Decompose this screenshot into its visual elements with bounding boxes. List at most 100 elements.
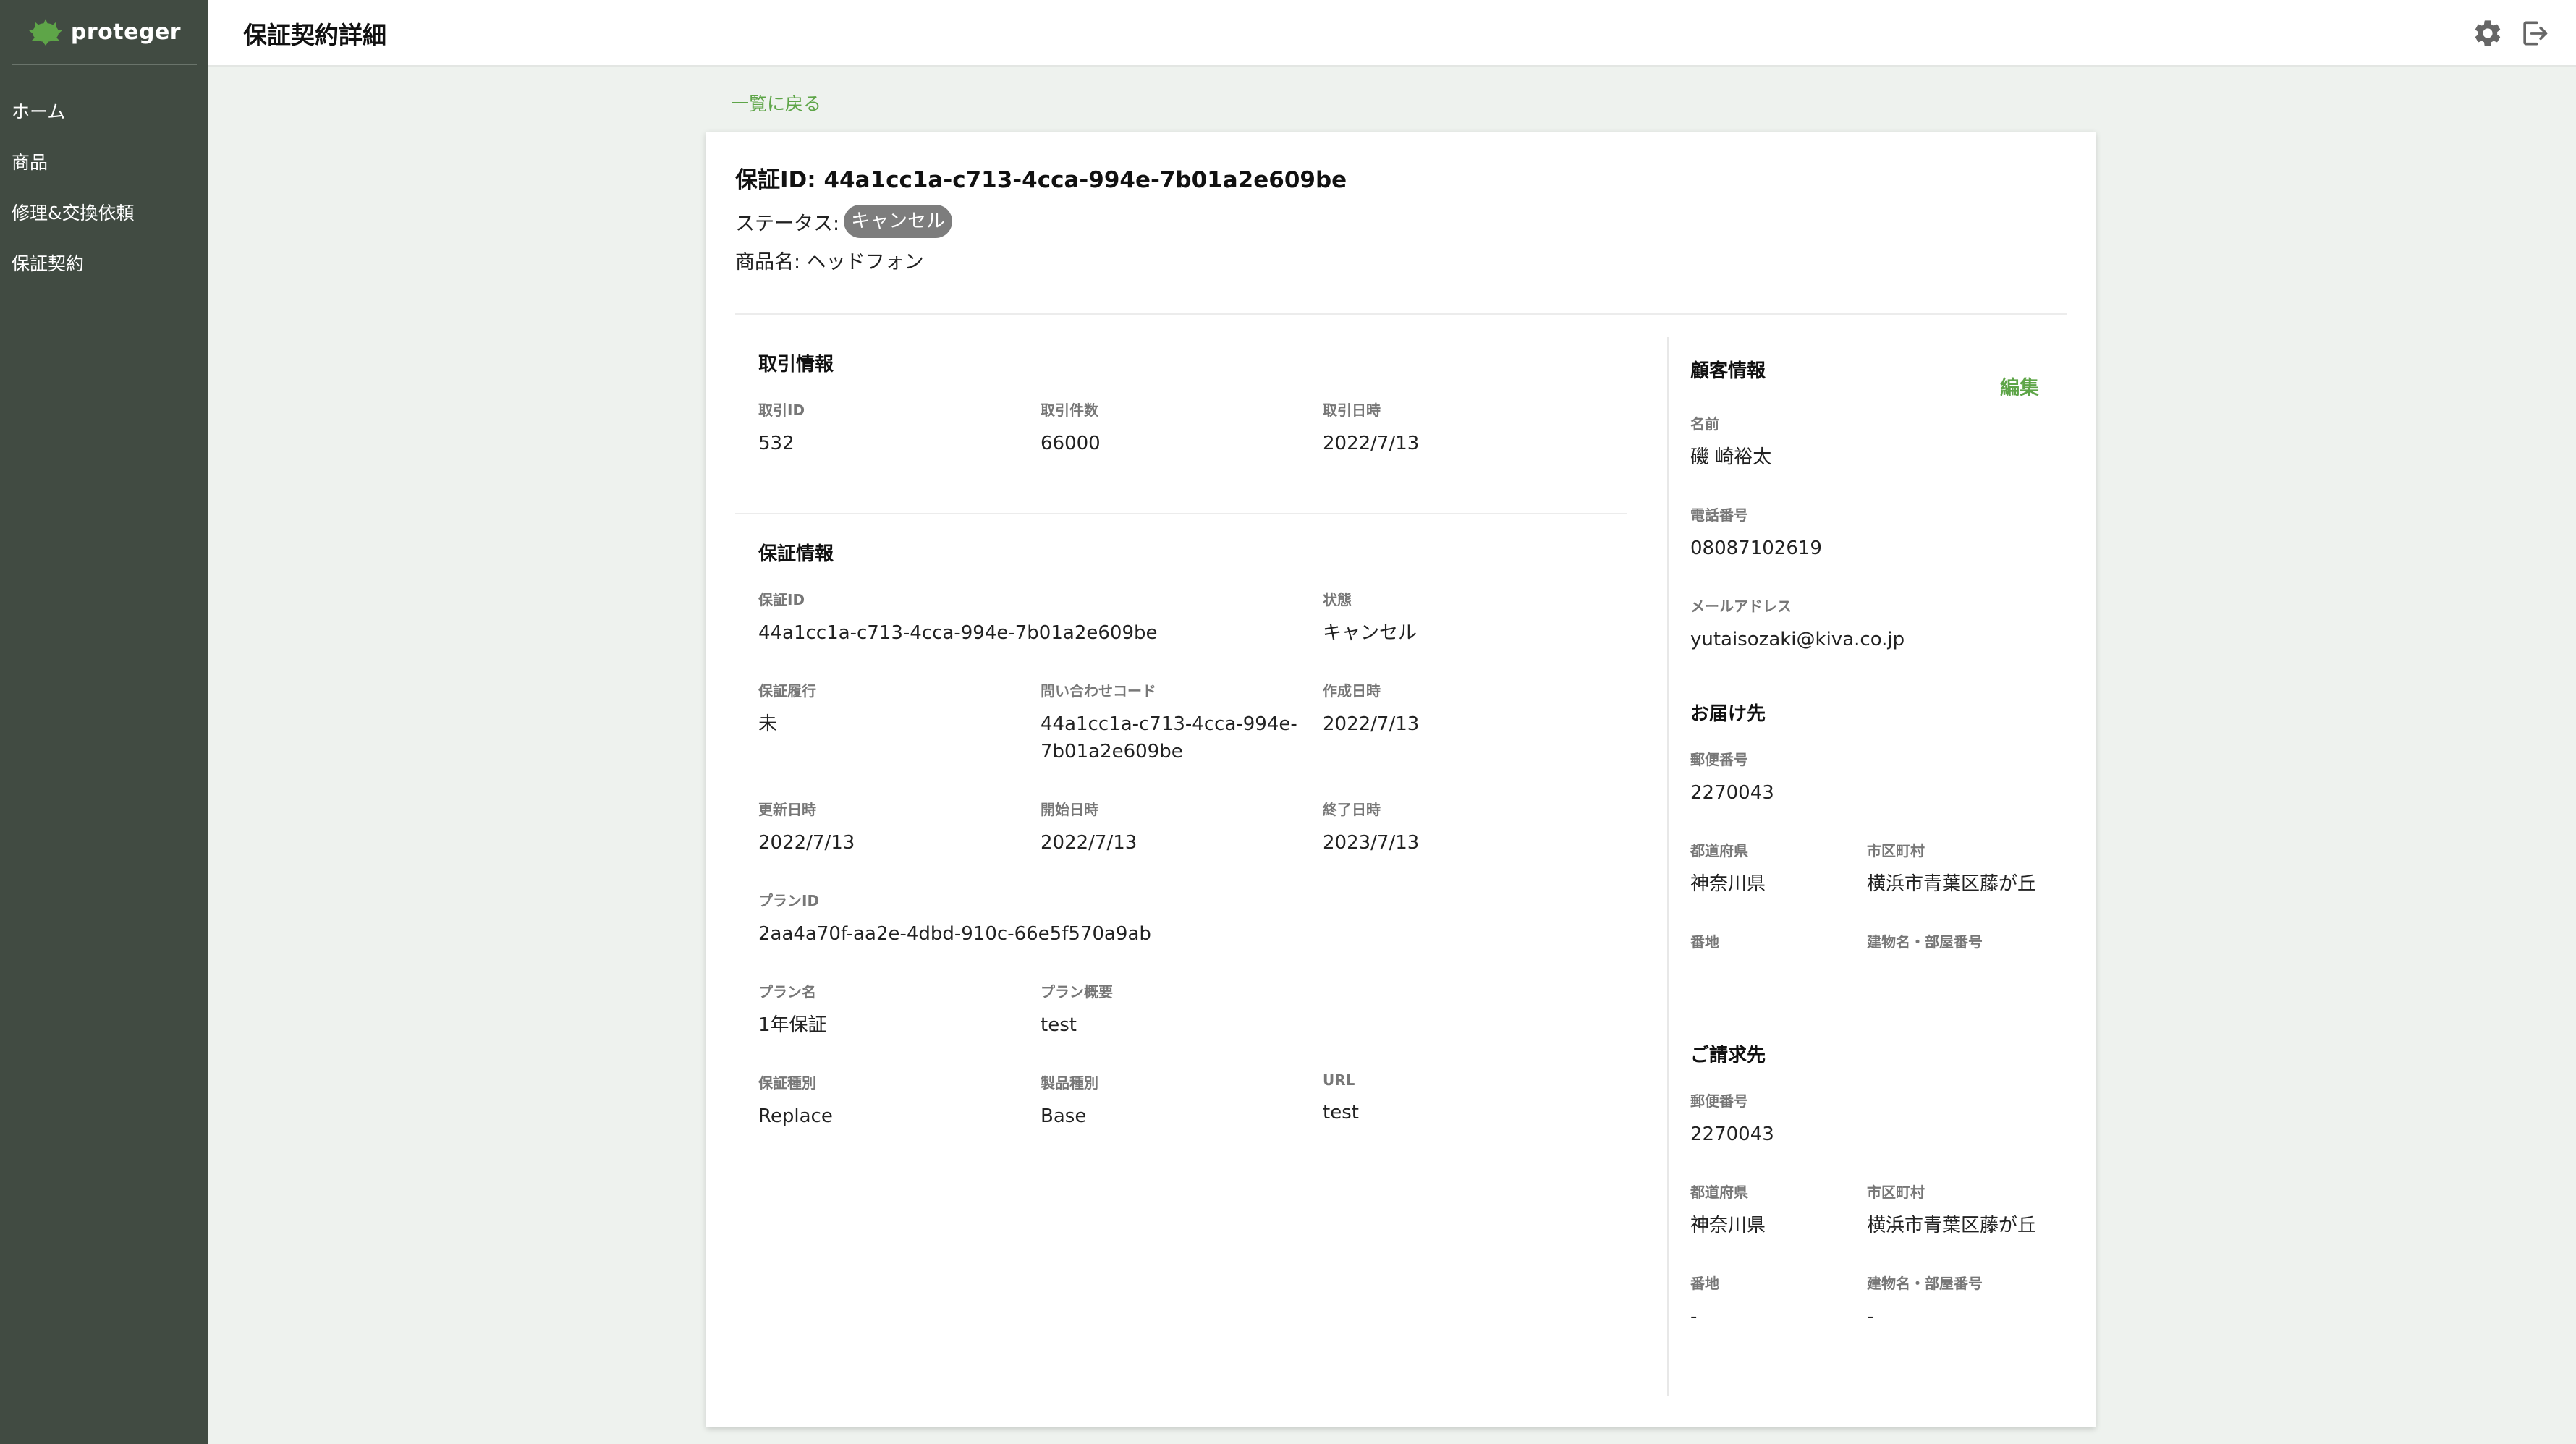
field-label: 番地 <box>1690 933 1719 951</box>
field-label: 郵便番号 <box>1690 751 1748 768</box>
field-value: 神奈川県 <box>1690 1215 1766 1236</box>
sidebar-item-repair-exchange[interactable]: 修理&交換依頼 <box>0 188 208 239</box>
gear-icon[interactable] <box>2472 17 2504 49</box>
field-value: 44a1cc1a-c713-4cca-994e-7b01a2e609be <box>758 622 1158 644</box>
field-label: 市区町村 <box>1867 1184 1925 1201</box>
field-value: 2023/7/13 <box>1323 832 1420 854</box>
transaction-id-field: 取引ID 532 <box>758 399 805 457</box>
field-value: 2022/7/13 <box>1323 713 1420 735</box>
shipping-street-field: 番地 <box>1690 930 1719 961</box>
field-value: 532 <box>758 433 795 454</box>
sidebar-item-warranty-contracts[interactable]: 保証契約 <box>0 239 208 289</box>
start-date-field: 開始日時 2022/7/13 <box>1041 798 1137 857</box>
billing-building-field: 建物名・部屋番号 - <box>1867 1272 1983 1330</box>
field-value: 2022/7/13 <box>1323 433 1420 454</box>
field-label: 名前 <box>1690 415 1719 433</box>
shipping-postal-field: 郵便番号 2270043 <box>1690 748 1774 807</box>
shipping-building-field: 建物名・部屋番号 <box>1867 930 1983 961</box>
field-label: 終了日時 <box>1323 801 1381 818</box>
product-name: 商品名: ヘッドフォン <box>735 251 924 273</box>
field-value: 2022/7/13 <box>1041 832 1137 854</box>
billing-street-field: 番地 - <box>1690 1272 1719 1330</box>
field-label: 都道府県 <box>1690 1184 1748 1201</box>
field-label: 市区町村 <box>1867 842 1925 859</box>
field-value: 66000 <box>1041 433 1101 454</box>
field-value: 08087102619 <box>1690 538 1822 559</box>
field-label: 保証履行 <box>758 682 816 700</box>
transaction-section-title: 取引情報 <box>758 354 834 375</box>
customer-section-title: 顧客情報 <box>1690 360 1766 382</box>
product-type-field: 製品種別 Base <box>1041 1071 1098 1130</box>
billing-postal-field: 郵便番号 2270043 <box>1690 1090 1774 1148</box>
field-label: 取引件数 <box>1041 402 1098 419</box>
field-label: プランID <box>758 892 820 909</box>
status-label: ステータス: <box>735 212 840 235</box>
field-value: 2aa4a70f-aa2e-4dbd-910c-66e5f570a9ab <box>758 923 1151 945</box>
field-label: 郵便番号 <box>1690 1092 1748 1110</box>
logout-icon[interactable] <box>2518 17 2550 49</box>
billing-city-field: 市区町村 横浜市青葉区藤が丘 <box>1867 1181 2036 1239</box>
field-label: 作成日時 <box>1323 682 1381 700</box>
inquiry-code-field: 問い合わせコード 44a1cc1a-c713-4cca-994e- 7b01a2… <box>1041 679 1308 765</box>
warranty-id-heading: 保証ID: 44a1cc1a-c713-4cca-994e-7b01a2e609… <box>735 167 1347 193</box>
field-label: 製品種別 <box>1041 1074 1098 1092</box>
shipping-city-field: 市区町村 横浜市青葉区藤が丘 <box>1867 839 2036 898</box>
field-value: 神奈川県 <box>1690 873 1766 895</box>
field-value: 2022/7/13 <box>758 832 855 854</box>
plan-summary-field: プラン概要 test <box>1041 980 1113 1039</box>
created-date-field: 作成日時 2022/7/13 <box>1323 679 1419 738</box>
field-label: 保証種別 <box>758 1074 816 1092</box>
transaction-date-field: 取引日時 2022/7/13 <box>1323 399 1419 457</box>
field-value: キャンセル <box>1323 622 1418 644</box>
leaf-logo-icon <box>28 19 62 46</box>
field-label: 都道府県 <box>1690 842 1748 859</box>
customer-name-field: 名前 磯 崎裕太 <box>1690 412 1771 471</box>
url-field: URL test <box>1323 1071 1359 1126</box>
field-label: 電話番号 <box>1690 506 1748 524</box>
field-value: Replace <box>758 1105 833 1127</box>
field-value: - <box>1867 1306 1874 1328</box>
shipping-section-title: お届け先 <box>1690 703 1766 725</box>
field-label: 問い合わせコード <box>1041 682 1156 700</box>
warranty-summary: 保証ID: 44a1cc1a-c713-4cca-994e-7b01a2e609… <box>735 161 2067 274</box>
field-value: yutaisozaki@kiva.co.jp <box>1690 629 1905 650</box>
field-value: 横浜市青葉区藤が丘 <box>1867 1215 2037 1236</box>
field-label: 取引ID <box>758 402 805 419</box>
field-label: プラン名 <box>758 983 816 1001</box>
page-title: 保証契約詳細 <box>243 21 386 49</box>
topbar: 保証契約詳細 <box>208 0 2576 67</box>
billing-prefecture-field: 都道府県 神奈川県 <box>1690 1181 1766 1239</box>
end-date-field: 終了日時 2023/7/13 <box>1323 798 1419 857</box>
field-label: 更新日時 <box>758 801 816 818</box>
field-label: 状態 <box>1323 591 1352 608</box>
field-value: 2270043 <box>1690 1124 1774 1145</box>
logo-text: proteger <box>70 19 182 45</box>
back-to-list-link[interactable]: 一覧に戻る <box>731 90 821 116</box>
sidebar: proteger ホーム 商品 修理&交換依頼 保証契約 <box>0 0 208 1444</box>
warranty-id-field: 保証ID 44a1cc1a-c713-4cca-994e-7b01a2e609b… <box>758 588 1157 647</box>
field-label: 建物名・部屋番号 <box>1867 1275 1983 1292</box>
field-label: 建物名・部屋番号 <box>1867 933 1983 951</box>
status-row: ステータス: キャンセル <box>735 204 2067 239</box>
divider <box>735 513 1627 514</box>
plan-name-field: プラン名 1年保証 <box>758 980 827 1039</box>
logo[interactable]: proteger <box>12 0 197 65</box>
sidebar-item-home[interactable]: ホーム <box>0 87 208 137</box>
plan-id-field: プランID 2aa4a70f-aa2e-4dbd-910c-66e5f570a9… <box>758 889 1151 948</box>
field-value: 磯 崎裕太 <box>1690 446 1772 468</box>
shipping-prefecture-field: 都道府県 神奈川県 <box>1690 839 1766 898</box>
sidebar-item-products[interactable]: 商品 <box>0 137 208 188</box>
field-value: 2270043 <box>1690 782 1774 804</box>
field-label: 取引日時 <box>1323 402 1381 419</box>
field-label: メールアドレス <box>1690 598 1792 615</box>
customer-column: 顧客情報 編集 名前 磯 崎裕太 電話番号 08087102619 メールアドレ… <box>1667 337 2072 1396</box>
customer-phone-field: 電話番号 08087102619 <box>1690 504 1822 562</box>
field-label: 開始日時 <box>1041 801 1098 818</box>
warranty-performed-field: 保証履行 未 <box>758 679 816 738</box>
field-label: 保証ID <box>758 591 805 608</box>
field-value: 1年保証 <box>758 1014 827 1036</box>
edit-customer-button[interactable]: 編集 <box>2000 372 2039 400</box>
field-value: 横浜市青葉区藤が丘 <box>1867 873 2037 895</box>
field-value: 44a1cc1a-c713-4cca-994e- 7b01a2e609be <box>1041 713 1297 763</box>
field-value: Base <box>1041 1105 1087 1127</box>
